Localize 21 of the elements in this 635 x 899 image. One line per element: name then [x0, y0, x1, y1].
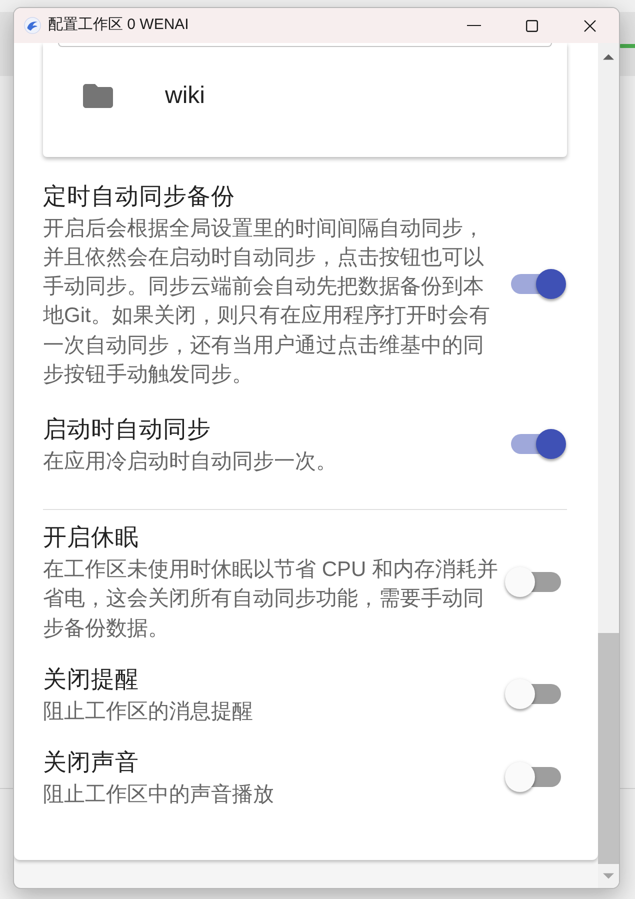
close-icon	[584, 20, 596, 32]
window-title: 配置工作区 0 WENAI	[48, 15, 189, 36]
setting-description: 阻止工作区的消息提醒	[43, 698, 254, 725]
setting-title: 关闭提醒	[43, 664, 140, 694]
input-field[interactable]	[58, 43, 552, 47]
setting-description: 开启后会根据全局设置里的时间间隔自动同步，并且依然会在启动时自动同步，点击按钮也可以手动同步。同步云端前会自动先把数据备份到本地Git。如果关闭，则只有在应用程序打开时会有一次自动同步，还有当用户通过点击维基中的同步按钮手动触发同步。	[43, 216, 491, 388]
setting-description: 阻止工作区中的声音播放	[43, 782, 275, 808]
setting-title: 定时自动同步备份	[43, 182, 236, 210]
triangle-up-icon	[603, 54, 614, 60]
maximize-icon	[526, 20, 538, 32]
scrollbar-thumb[interactable]	[598, 633, 619, 864]
app-logo-icon	[24, 17, 41, 34]
folder-name: wiki	[165, 81, 205, 111]
setting-title: 启动时自动同步	[43, 415, 212, 444]
folder-icon	[83, 84, 113, 108]
setting-title: 开启休眠	[43, 523, 140, 552]
setting-description: 在应用冷启动时自动同步一次。	[43, 449, 338, 476]
triangle-down-icon	[603, 873, 614, 879]
minimize-icon	[467, 25, 481, 26]
setting-title: 关闭声音	[43, 748, 140, 778]
setting-description: 在工作区未使用时休眠以节省 CPU 和内存消耗并省电，这会关闭所有自动同步功能，需要手动同步备份数据。	[43, 557, 499, 642]
